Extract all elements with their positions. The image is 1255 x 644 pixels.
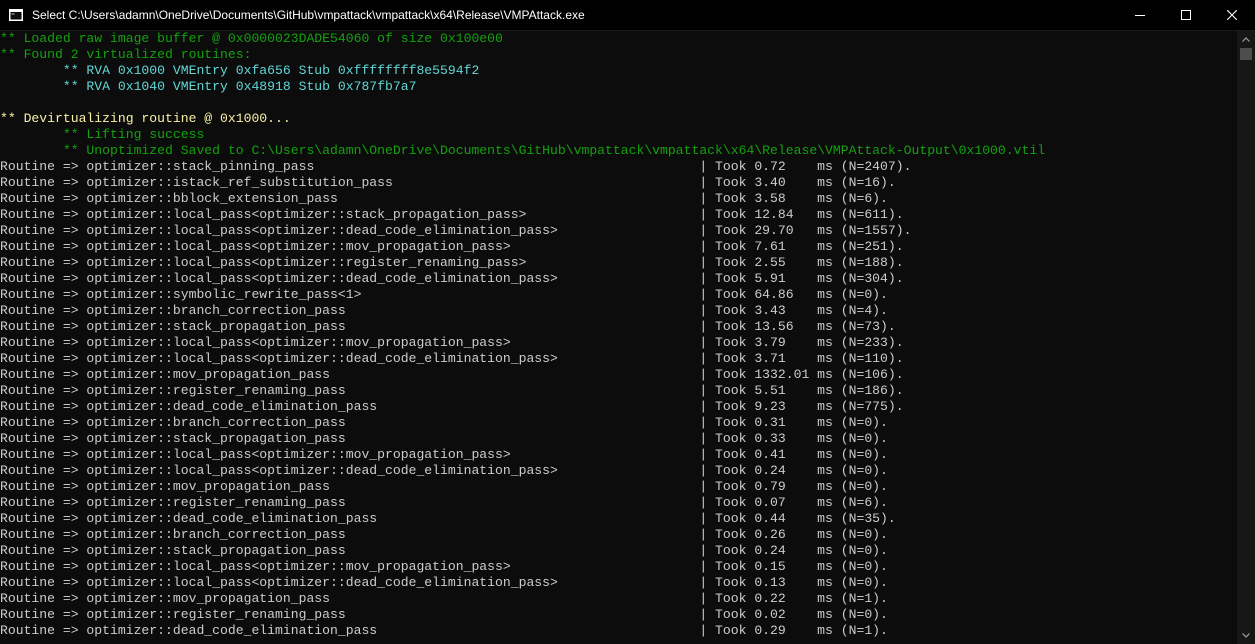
console-output[interactable]: ** Loaded raw image buffer @ 0x0000023DA… <box>0 31 1237 644</box>
routine-line: Routine => optimizer::dead_code_eliminat… <box>0 623 888 638</box>
console-line: ** Devirtualizing routine @ 0x1000... <box>0 111 291 126</box>
routine-line: Routine => optimizer::local_pass<optimiz… <box>0 463 888 478</box>
routine-line: Routine => optimizer::local_pass<optimiz… <box>0 335 904 350</box>
routine-line: Routine => optimizer::stack_propagation_… <box>0 431 888 446</box>
maximize-button[interactable] <box>1163 0 1209 31</box>
vertical-scrollbar[interactable] <box>1237 31 1255 644</box>
close-button[interactable] <box>1209 0 1255 31</box>
routine-line: Routine => optimizer::dead_code_eliminat… <box>0 399 904 414</box>
minimize-button[interactable] <box>1117 0 1163 31</box>
window-controls <box>1117 0 1255 31</box>
console-line: ** RVA 0x1040 VMEntry 0x48918 Stub 0x787… <box>0 79 417 94</box>
console-line: ** RVA 0x1000 VMEntry 0xfa656 Stub 0xfff… <box>0 63 480 78</box>
chevron-up-icon <box>1242 37 1250 42</box>
routine-line: Routine => optimizer::local_pass<optimiz… <box>0 271 904 286</box>
routine-line: Routine => optimizer::istack_ref_substit… <box>0 175 896 190</box>
console-app-icon <box>8 7 24 23</box>
routine-line: Routine => optimizer::stack_propagation_… <box>0 543 888 558</box>
routine-line: Routine => optimizer::dead_code_eliminat… <box>0 511 896 526</box>
minimize-icon <box>1135 15 1145 16</box>
routine-line: Routine => optimizer::branch_correction_… <box>0 303 888 318</box>
routine-line: Routine => optimizer::register_renaming_… <box>0 495 888 510</box>
console-line: ** Found 2 virtualized routines: <box>0 47 252 62</box>
header-output: ** Loaded raw image buffer @ 0x0000023DA… <box>0 31 1237 159</box>
routine-line: Routine => optimizer::bblock_extension_p… <box>0 191 888 206</box>
routine-line: Routine => optimizer::branch_correction_… <box>0 527 888 542</box>
window-title: Select C:\Users\adamn\OneDrive\Documents… <box>32 8 585 22</box>
routine-line: Routine => optimizer::mov_propagation_pa… <box>0 591 888 606</box>
routine-line: Routine => optimizer::local_pass<optimiz… <box>0 559 888 574</box>
close-icon <box>1227 10 1237 20</box>
routine-line: Routine => optimizer::mov_propagation_pa… <box>0 479 888 494</box>
routine-line: Routine => optimizer::local_pass<optimiz… <box>0 447 888 462</box>
console-line: ** Loaded raw image buffer @ 0x0000023DA… <box>0 31 503 46</box>
routine-line: Routine => optimizer::local_pass<optimiz… <box>0 239 904 254</box>
maximize-icon <box>1181 10 1191 20</box>
routine-line: Routine => optimizer::local_pass<optimiz… <box>0 351 904 366</box>
routine-line: Routine => optimizer::local_pass<optimiz… <box>0 223 912 238</box>
console-line: ** Unoptimized Saved to C:\Users\adamn\O… <box>0 143 1046 158</box>
routine-line: Routine => optimizer::branch_correction_… <box>0 415 888 430</box>
routine-line: Routine => optimizer::stack_pinning_pass… <box>0 159 912 174</box>
routine-line: Routine => optimizer::symbolic_rewrite_p… <box>0 287 888 302</box>
routine-line: Routine => optimizer::local_pass<optimiz… <box>0 207 904 222</box>
scroll-down-button[interactable] <box>1237 627 1255 644</box>
routine-line: Routine => optimizer::local_pass<optimiz… <box>0 255 904 270</box>
routine-line: Routine => optimizer::mov_propagation_pa… <box>0 367 904 382</box>
scroll-up-button[interactable] <box>1237 31 1255 48</box>
routine-line: Routine => optimizer::local_pass<optimiz… <box>0 575 888 590</box>
routine-line: Routine => optimizer::register_renaming_… <box>0 383 904 398</box>
routine-output: Routine => optimizer::stack_pinning_pass… <box>0 159 1237 639</box>
routine-line: Routine => optimizer::register_renaming_… <box>0 607 888 622</box>
title-bar[interactable]: Select C:\Users\adamn\OneDrive\Documents… <box>0 0 1255 31</box>
scroll-thumb[interactable] <box>1240 48 1252 60</box>
routine-line: Routine => optimizer::stack_propagation_… <box>0 319 896 334</box>
chevron-down-icon <box>1242 633 1250 638</box>
console-line: ** Lifting success <box>0 127 205 142</box>
